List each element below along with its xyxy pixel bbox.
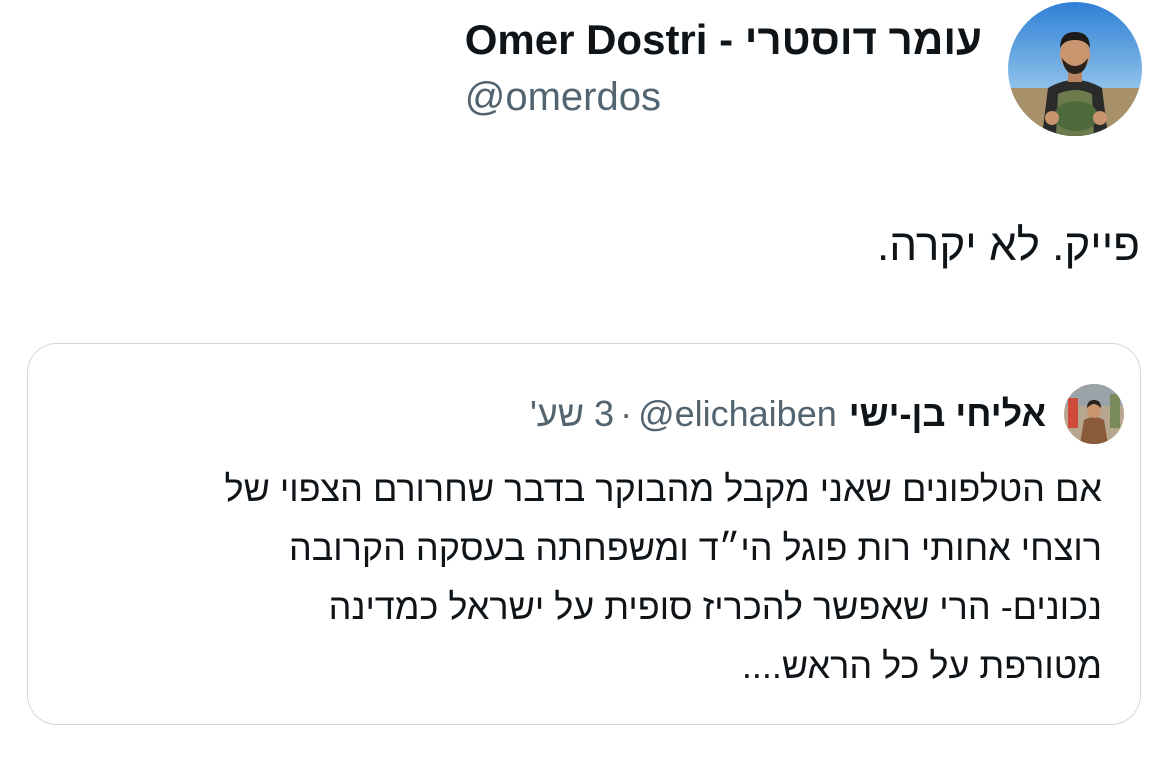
quoted-tweet-line: מטורפת על כל הראש.... <box>741 645 1102 686</box>
author-avatar[interactable] <box>1008 2 1142 136</box>
quoted-tweet-line: נכונים- הרי שאפשר להכריז סופית על ישראל … <box>328 586 1102 627</box>
tweet: עומר דוסטרי - Omer Dostri @omerdos פייק.… <box>0 0 1170 763</box>
author-display-name[interactable]: עומר דוסטרי - Omer Dostri <box>465 14 982 66</box>
tweet-text: פייק. לא יקרה. <box>877 221 1140 270</box>
quoted-tweet-card[interactable]: אליחי בן-ישי @elichaiben · 3 שע' אם הטלפ… <box>27 343 1141 725</box>
quoted-tweet-timestamp[interactable]: 3 שע' <box>530 393 614 435</box>
tweet-author[interactable]: עומר דוסטרי - Omer Dostri @omerdos <box>465 0 1142 140</box>
quoted-author-avatar[interactable] <box>1064 384 1124 444</box>
quoted-author-display-name[interactable]: אליחי בן-ישי <box>849 393 1046 435</box>
separator-dot: · <box>620 393 633 434</box>
quoted-tweet-text: אם הטלפונים שאני מקבל מהבוקר בדבר שחרורם… <box>62 459 1102 695</box>
quoted-tweet-header: אליחי בן-ישי @elichaiben · 3 שע' <box>530 382 1124 446</box>
quoted-tweet-line: אם הטלפונים שאני מקבל מהבוקר בדבר שחרורם… <box>224 468 1102 509</box>
quoted-tweet-line: רוצחי אחותי רות פוגל הי״ד ומשפחתה בעסקה … <box>288 527 1102 568</box>
author-names: עומר דוסטרי - Omer Dostri @omerdos <box>465 14 982 122</box>
author-handle[interactable]: @omerdos <box>465 72 661 122</box>
quoted-author-handle[interactable]: @elichaiben <box>638 393 837 435</box>
